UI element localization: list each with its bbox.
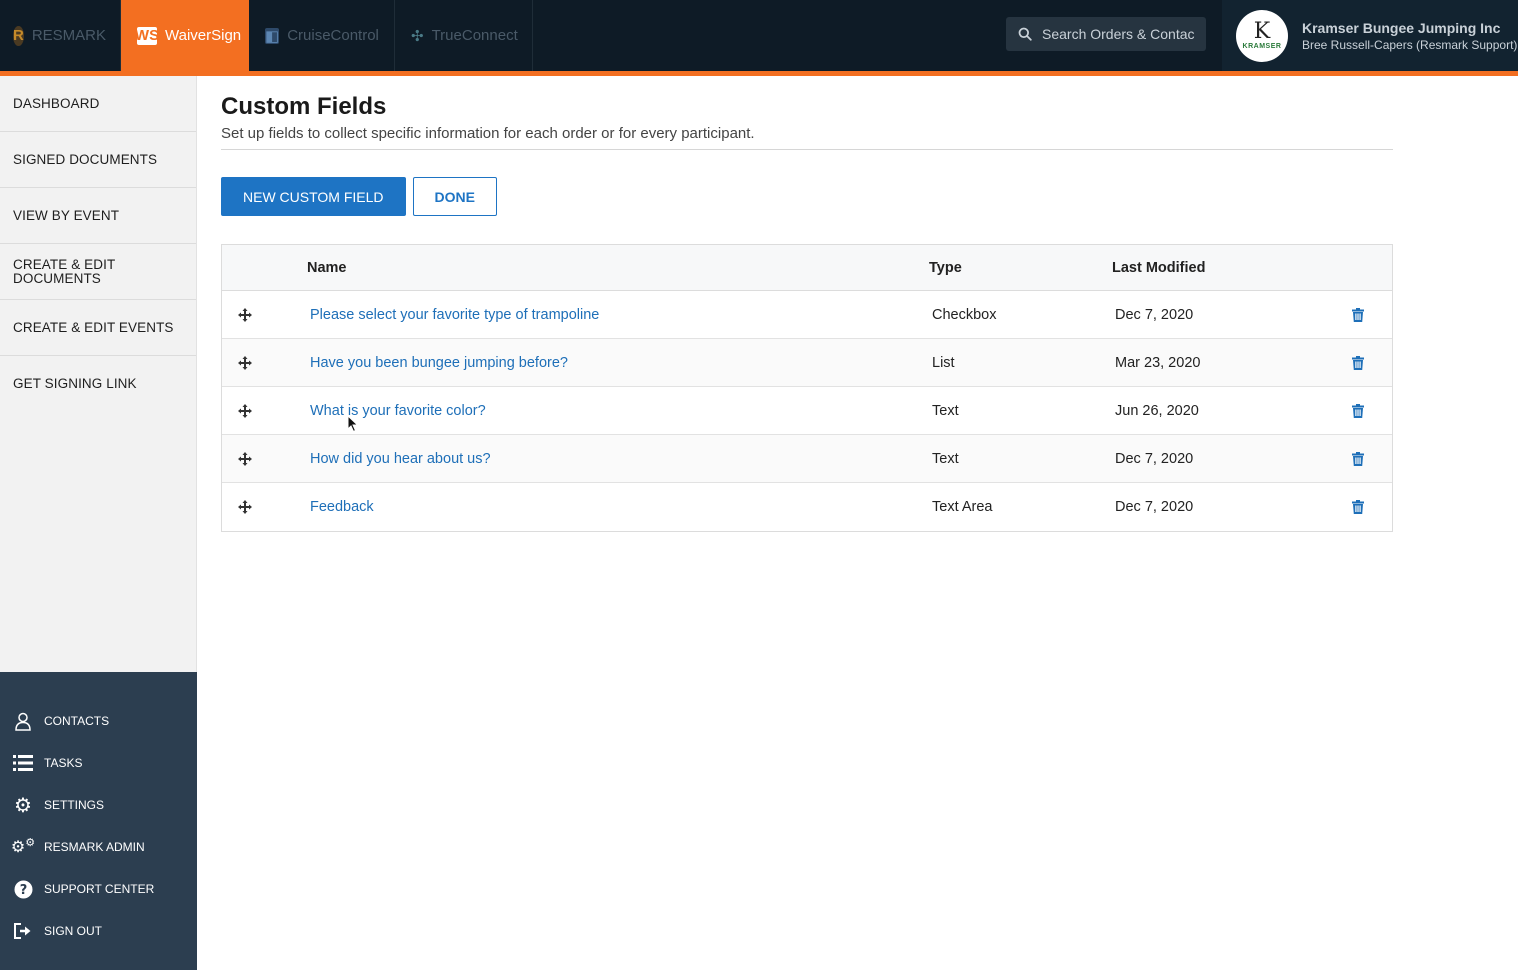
sidebar-item-support-center[interactable]: ? SUPPORT CENTER — [0, 868, 197, 910]
divider — [221, 149, 1393, 150]
field-name-link[interactable]: How did you hear about us? — [310, 451, 491, 467]
field-name-link[interactable]: Have you been bungee jumping before? — [310, 355, 568, 371]
page-title: Custom Fields — [221, 93, 387, 120]
account-company: Kramser Bungee Jumping Inc — [1302, 19, 1501, 36]
app-tab-label: WaiverSign — [165, 27, 242, 44]
move-handle-icon[interactable] — [237, 307, 252, 322]
sidebar-item-view-by-event[interactable]: VIEW BY EVENT — [0, 188, 196, 244]
app-tab-resmark[interactable]: R RESMARK — [0, 0, 121, 71]
field-name-link[interactable]: Feedback — [310, 499, 374, 515]
search-input[interactable]: Search Orders & Contac — [1006, 17, 1206, 51]
action-buttons: NEW CUSTOM FIELD DONE — [221, 177, 1393, 216]
field-name-link[interactable]: What is your favorite color? — [310, 403, 486, 419]
trash-icon[interactable] — [1352, 500, 1364, 514]
app-tab-cruisecontrol[interactable]: ◧ CruiseControl — [249, 0, 395, 71]
app-tab-label: CruiseControl — [287, 27, 379, 44]
table-header: Name Type Last Modified — [222, 245, 1392, 291]
sidebar-item-tasks[interactable]: TASKS — [0, 742, 197, 784]
done-button[interactable]: DONE — [412, 177, 497, 216]
move-handle-icon[interactable] — [237, 500, 252, 514]
column-header-type: Type — [929, 259, 962, 276]
column-header-name: Name — [307, 259, 347, 276]
table-row: Feedback Text Area Dec 7, 2020 — [222, 483, 1392, 531]
field-type: Checkbox — [932, 306, 997, 323]
trash-icon[interactable] — [1352, 307, 1364, 322]
main-content: Custom Fields Set up fields to collect s… — [221, 76, 1393, 532]
account-menu[interactable]: K KRAMSER Kramser Bungee Jumping Inc Bre… — [1222, 0, 1518, 71]
avatar-word: KRAMSER — [1242, 43, 1282, 50]
page-subtitle: Set up fields to collect specific inform… — [221, 125, 755, 142]
account-user: Bree Russell-Capers (Resmark Support) — [1302, 37, 1518, 52]
field-type: Text Area — [932, 499, 993, 515]
trash-icon[interactable] — [1352, 451, 1364, 466]
gear-icon: ⚙ — [14, 794, 32, 817]
table-row: Have you been bungee jumping before? Lis… — [222, 339, 1392, 387]
gears-icon: ⚙ ⚙ — [10, 836, 36, 857]
app-tab-label: RESMARK — [31, 27, 107, 44]
sidebar-item-get-signing-link[interactable]: GET SIGNING LINK — [0, 356, 196, 412]
sidebar-item-resmark-admin[interactable]: ⚙ ⚙ RESMARK ADMIN — [0, 826, 197, 868]
sidebar-item-contacts[interactable]: CONTACTS — [0, 700, 197, 742]
field-type: List — [932, 354, 955, 371]
user-icon — [12, 710, 34, 732]
sidebar-item-label: TASKS — [44, 756, 83, 770]
move-handle-icon[interactable] — [237, 403, 252, 418]
trash-icon[interactable] — [1352, 403, 1364, 418]
move-handle-icon[interactable] — [237, 451, 252, 466]
trash-icon[interactable] — [1352, 355, 1364, 370]
app-tab-label: TrueConnect — [431, 27, 518, 44]
table-row: Please select your favorite type of tram… — [222, 291, 1392, 339]
sidebar-item-label: SIGN OUT — [44, 924, 103, 938]
sidebar-item-sign-out[interactable]: SIGN OUT — [0, 910, 197, 952]
search-placeholder: Search Orders & Contac — [1042, 26, 1195, 42]
field-last-modified: Dec 7, 2020 — [1115, 306, 1194, 323]
field-last-modified: Jun 26, 2020 — [1115, 402, 1199, 419]
sidebar-item-label: SUPPORT CENTER — [44, 882, 155, 896]
new-custom-field-button[interactable]: NEW CUSTOM FIELD — [221, 177, 406, 216]
sidebar-item-create-edit-documents[interactable]: CREATE & EDIT DOCUMENTS — [0, 244, 196, 300]
sidebar: DASHBOARD SIGNED DOCUMENTS VIEW BY EVENT… — [0, 76, 197, 672]
sidebar-item-label: SETTINGS — [44, 798, 105, 812]
table-row: What is your favorite color? Text Jun 26… — [222, 387, 1392, 435]
avatar: K KRAMSER — [1236, 9, 1288, 62]
app-tab-trueconnect[interactable]: ✣ TrueConnect — [395, 0, 533, 71]
list-icon — [12, 752, 34, 774]
field-last-modified: Dec 7, 2020 — [1115, 450, 1194, 467]
waiversign-logo-icon: WS — [134, 26, 160, 45]
field-last-modified: Dec 7, 2020 — [1115, 499, 1194, 515]
sidebar-item-signed-documents[interactable]: SIGNED DOCUMENTS — [0, 132, 196, 188]
field-type: Text — [932, 402, 959, 419]
move-handle-icon[interactable] — [237, 355, 252, 370]
question-icon: ? — [12, 878, 34, 900]
svg-text:?: ? — [19, 883, 27, 898]
mouse-cursor-icon — [347, 415, 359, 433]
trueconnect-logo-icon: ✣ — [411, 27, 424, 45]
field-last-modified: Mar 23, 2020 — [1115, 354, 1201, 371]
column-header-last-modified: Last Modified — [1112, 259, 1206, 276]
sidebar-item-label: RESMARK ADMIN — [44, 840, 145, 854]
sidebar-item-create-edit-events[interactable]: CREATE & EDIT EVENTS — [0, 300, 196, 356]
sidebar-item-dashboard[interactable]: DASHBOARD — [0, 76, 196, 132]
resmark-logo-icon: R — [13, 25, 24, 46]
sign-out-icon — [12, 920, 34, 942]
table-row: How did you hear about us? Text Dec 7, 2… — [222, 435, 1392, 483]
search-icon — [1018, 27, 1032, 41]
cruisecontrol-logo-icon: ◧ — [265, 27, 280, 45]
field-name-link[interactable]: Please select your favorite type of tram… — [310, 307, 599, 323]
app-tab-waiversign[interactable]: WS WaiverSign — [121, 0, 249, 71]
custom-fields-table: Name Type Last Modified Please select yo… — [221, 244, 1393, 532]
avatar-letter: K — [1253, 19, 1271, 44]
top-bar: R RESMARK WS WaiverSign ◧ CruiseControl … — [0, 0, 1518, 72]
sidebar-item-label: CONTACTS — [44, 714, 110, 728]
field-type: Text — [932, 450, 959, 467]
sidebar-item-settings[interactable]: ⚙ SETTINGS — [0, 784, 197, 826]
sidebar-bottom-menu: CONTACTS TASKS ⚙ SETTINGS ⚙ ⚙ RESMARK ADM… — [0, 672, 197, 970]
